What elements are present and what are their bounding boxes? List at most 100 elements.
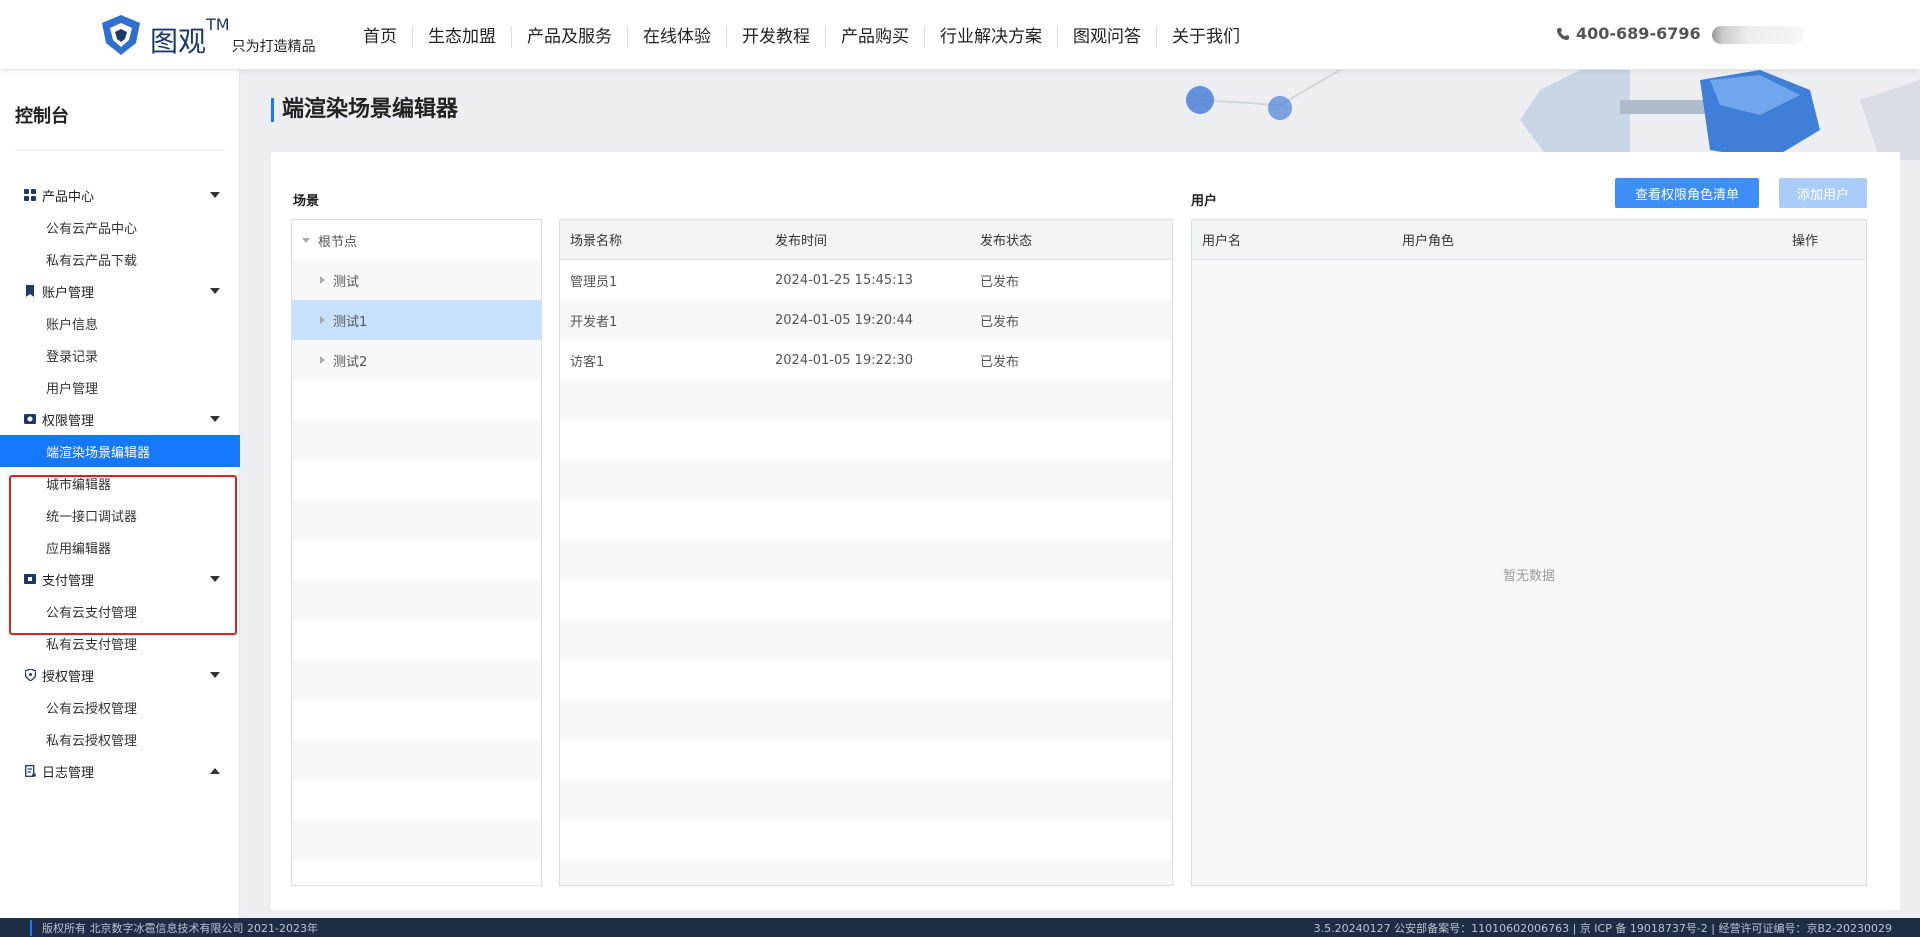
- nav-solutions[interactable]: 行业解决方案: [924, 26, 1057, 48]
- sidebar-title: 控制台: [15, 106, 69, 127]
- menu-group-authorization[interactable]: 授权管理: [0, 659, 240, 691]
- table-empty-row: [560, 660, 1172, 700]
- menu-item-private-cloud-download[interactable]: 私有云产品下载: [0, 243, 240, 275]
- sidebar-menu: 产品中心 公有云产品中心 私有云产品下载 账户管理 账户信息 登录记录 用户管理…: [0, 179, 240, 787]
- menu-item-account-info[interactable]: 账户信息: [0, 307, 240, 339]
- bookmark-icon: [24, 285, 36, 297]
- main-nav: 首页 生态加盟 产品及服务 在线体验 开发教程 产品购买 行业解决方案 图观问答…: [348, 26, 1255, 48]
- menu-item-app-editor[interactable]: 应用编辑器: [0, 531, 240, 563]
- table-empty-row: [560, 780, 1172, 820]
- user-avatar[interactable]: [1712, 26, 1804, 44]
- column-header-actions: 操作: [1792, 234, 1819, 249]
- column-header-scene-name: 场景名称: [570, 234, 623, 249]
- menu-group-payment[interactable]: 支付管理: [0, 563, 240, 595]
- phone-contact: 400-689-6796: [1556, 24, 1701, 43]
- tree-empty-row: [292, 860, 541, 885]
- table-empty-row: [560, 740, 1172, 780]
- caret-right-icon: [320, 356, 325, 364]
- table-empty-row: [560, 540, 1172, 580]
- menu-item-scene-editor[interactable]: 端渲染场景编辑器: [0, 435, 240, 467]
- menu-item-user-management[interactable]: 用户管理: [0, 371, 240, 403]
- camera-icon: [24, 413, 36, 425]
- tree-empty-row: [292, 500, 541, 540]
- logo-slogan: 只为打造精品: [231, 39, 316, 55]
- menu-item-public-cloud-products[interactable]: 公有云产品中心: [0, 211, 240, 243]
- nav-qa[interactable]: 图观问答: [1057, 26, 1156, 48]
- footer-copyright: 版权所有 北京数字冰雹信息技术有限公司 2021-2023年: [30, 919, 318, 936]
- nav-ecosystem[interactable]: 生态加盟: [412, 26, 511, 48]
- phone-number: 400-689-6796: [1576, 24, 1701, 43]
- log-icon: [24, 765, 36, 777]
- menu-group-product-center[interactable]: 产品中心: [0, 179, 240, 211]
- tree-empty-row: [292, 740, 541, 780]
- view-role-list-button[interactable]: 查看权限角色清单: [1615, 178, 1759, 208]
- nav-home[interactable]: 首页: [348, 26, 412, 48]
- nav-purchase[interactable]: 产品购买: [825, 26, 924, 48]
- cell-publish-time: 2024-01-05 19:22:30: [775, 352, 914, 368]
- tree-node-root[interactable]: 根节点: [292, 220, 541, 260]
- scene-table: 场景名称 发布时间 发布状态 管理员1 2024-01-25 15:45:13 …: [559, 219, 1173, 886]
- tree-empty-row: [292, 380, 541, 420]
- tree-node-label: 测试2: [333, 354, 368, 370]
- table-body: 管理员1 2024-01-25 15:45:13 已发布 开发者1 2024-0…: [560, 260, 1172, 885]
- menu-item-api-debugger[interactable]: 统一接口调试器: [0, 499, 240, 531]
- menu-item-private-cloud-payment[interactable]: 私有云支付管理: [0, 627, 240, 659]
- tree-node-label: 测试1: [333, 314, 368, 330]
- menu-group-logs[interactable]: 日志管理: [0, 755, 240, 787]
- tree-empty-row: [292, 660, 541, 700]
- chevron-up-icon: [210, 768, 220, 774]
- table-empty-row: [560, 380, 1172, 420]
- menu-item-private-cloud-auth[interactable]: 私有云授权管理: [0, 723, 240, 755]
- tree-empty-row: [292, 540, 541, 580]
- nav-about[interactable]: 关于我们: [1156, 26, 1255, 48]
- menu-item-login-records[interactable]: 登录记录: [0, 339, 240, 371]
- tree-node[interactable]: 测试2: [292, 340, 541, 380]
- chevron-down-icon: [210, 192, 220, 198]
- nav-products-services[interactable]: 产品及服务: [511, 26, 627, 48]
- grid-icon: [24, 189, 36, 201]
- table-empty-row: [560, 420, 1172, 460]
- table-empty-row: [560, 820, 1172, 860]
- shield-icon: [24, 669, 36, 681]
- cell-publish-status: 已发布: [980, 354, 1020, 370]
- menu-item-public-cloud-payment[interactable]: 公有云支付管理: [0, 595, 240, 627]
- menu-group-label: 日志管理: [42, 765, 95, 781]
- column-header-publish-status: 发布状态: [980, 234, 1033, 249]
- menu-group-account[interactable]: 账户管理: [0, 275, 240, 307]
- nav-tutorials[interactable]: 开发教程: [726, 26, 825, 48]
- column-header-user-role: 用户角色: [1402, 234, 1455, 249]
- ticket-icon: [24, 573, 36, 585]
- table-row[interactable]: 访客1 2024-01-05 19:22:30 已发布: [560, 340, 1172, 380]
- menu-group-label: 产品中心: [42, 189, 95, 205]
- table-header: 用户名 用户角色 操作: [1192, 220, 1866, 260]
- cell-publish-status: 已发布: [980, 274, 1020, 290]
- footer-license-info: 3.5.20240127 公安部备案号：11010602006763 | 京 I…: [1313, 921, 1892, 935]
- logo-trademark: TM: [206, 15, 230, 34]
- tree-node[interactable]: 测试: [292, 260, 541, 300]
- tree-empty-row: [292, 460, 541, 500]
- sidebar-divider: [15, 150, 225, 151]
- logo-icon: [102, 15, 140, 55]
- menu-group-permissions[interactable]: 权限管理: [0, 403, 240, 435]
- column-header-username: 用户名: [1202, 234, 1242, 249]
- menu-item-city-editor[interactable]: 城市编辑器: [0, 467, 240, 499]
- phone-icon: [1557, 27, 1569, 40]
- chevron-down-icon: [210, 576, 220, 582]
- menu-item-public-cloud-auth[interactable]: 公有云授权管理: [0, 691, 240, 723]
- table-header: 场景名称 发布时间 发布状态: [560, 220, 1172, 260]
- column-header-publish-time: 发布时间: [775, 234, 828, 249]
- table-row[interactable]: 管理员1 2024-01-25 15:45:13 已发布: [560, 260, 1172, 300]
- add-user-button[interactable]: 添加用户: [1779, 178, 1867, 208]
- cell-scene-name: 管理员1: [570, 274, 618, 290]
- user-section-label: 用户: [1191, 194, 1218, 209]
- top-header: 图观 TM 只为打造精品 首页 生态加盟 产品及服务 在线体验 开发教程 产品购…: [0, 0, 1920, 70]
- tree-empty-row: [292, 700, 541, 740]
- menu-group-label: 权限管理: [42, 413, 95, 429]
- nav-online-demo[interactable]: 在线体验: [627, 26, 726, 48]
- logo[interactable]: 图观 TM 只为打造精品: [98, 13, 316, 57]
- tree-node-selected[interactable]: 测试1: [292, 300, 541, 340]
- tree-empty-row: [292, 620, 541, 660]
- cell-scene-name: 访客1: [570, 354, 605, 370]
- content-card: 场景 用户 查看权限角色清单 添加用户 根节点 测试 测试1 测试2 场景名称 …: [271, 152, 1900, 910]
- table-row[interactable]: 开发者1 2024-01-05 19:20:44 已发布: [560, 300, 1172, 340]
